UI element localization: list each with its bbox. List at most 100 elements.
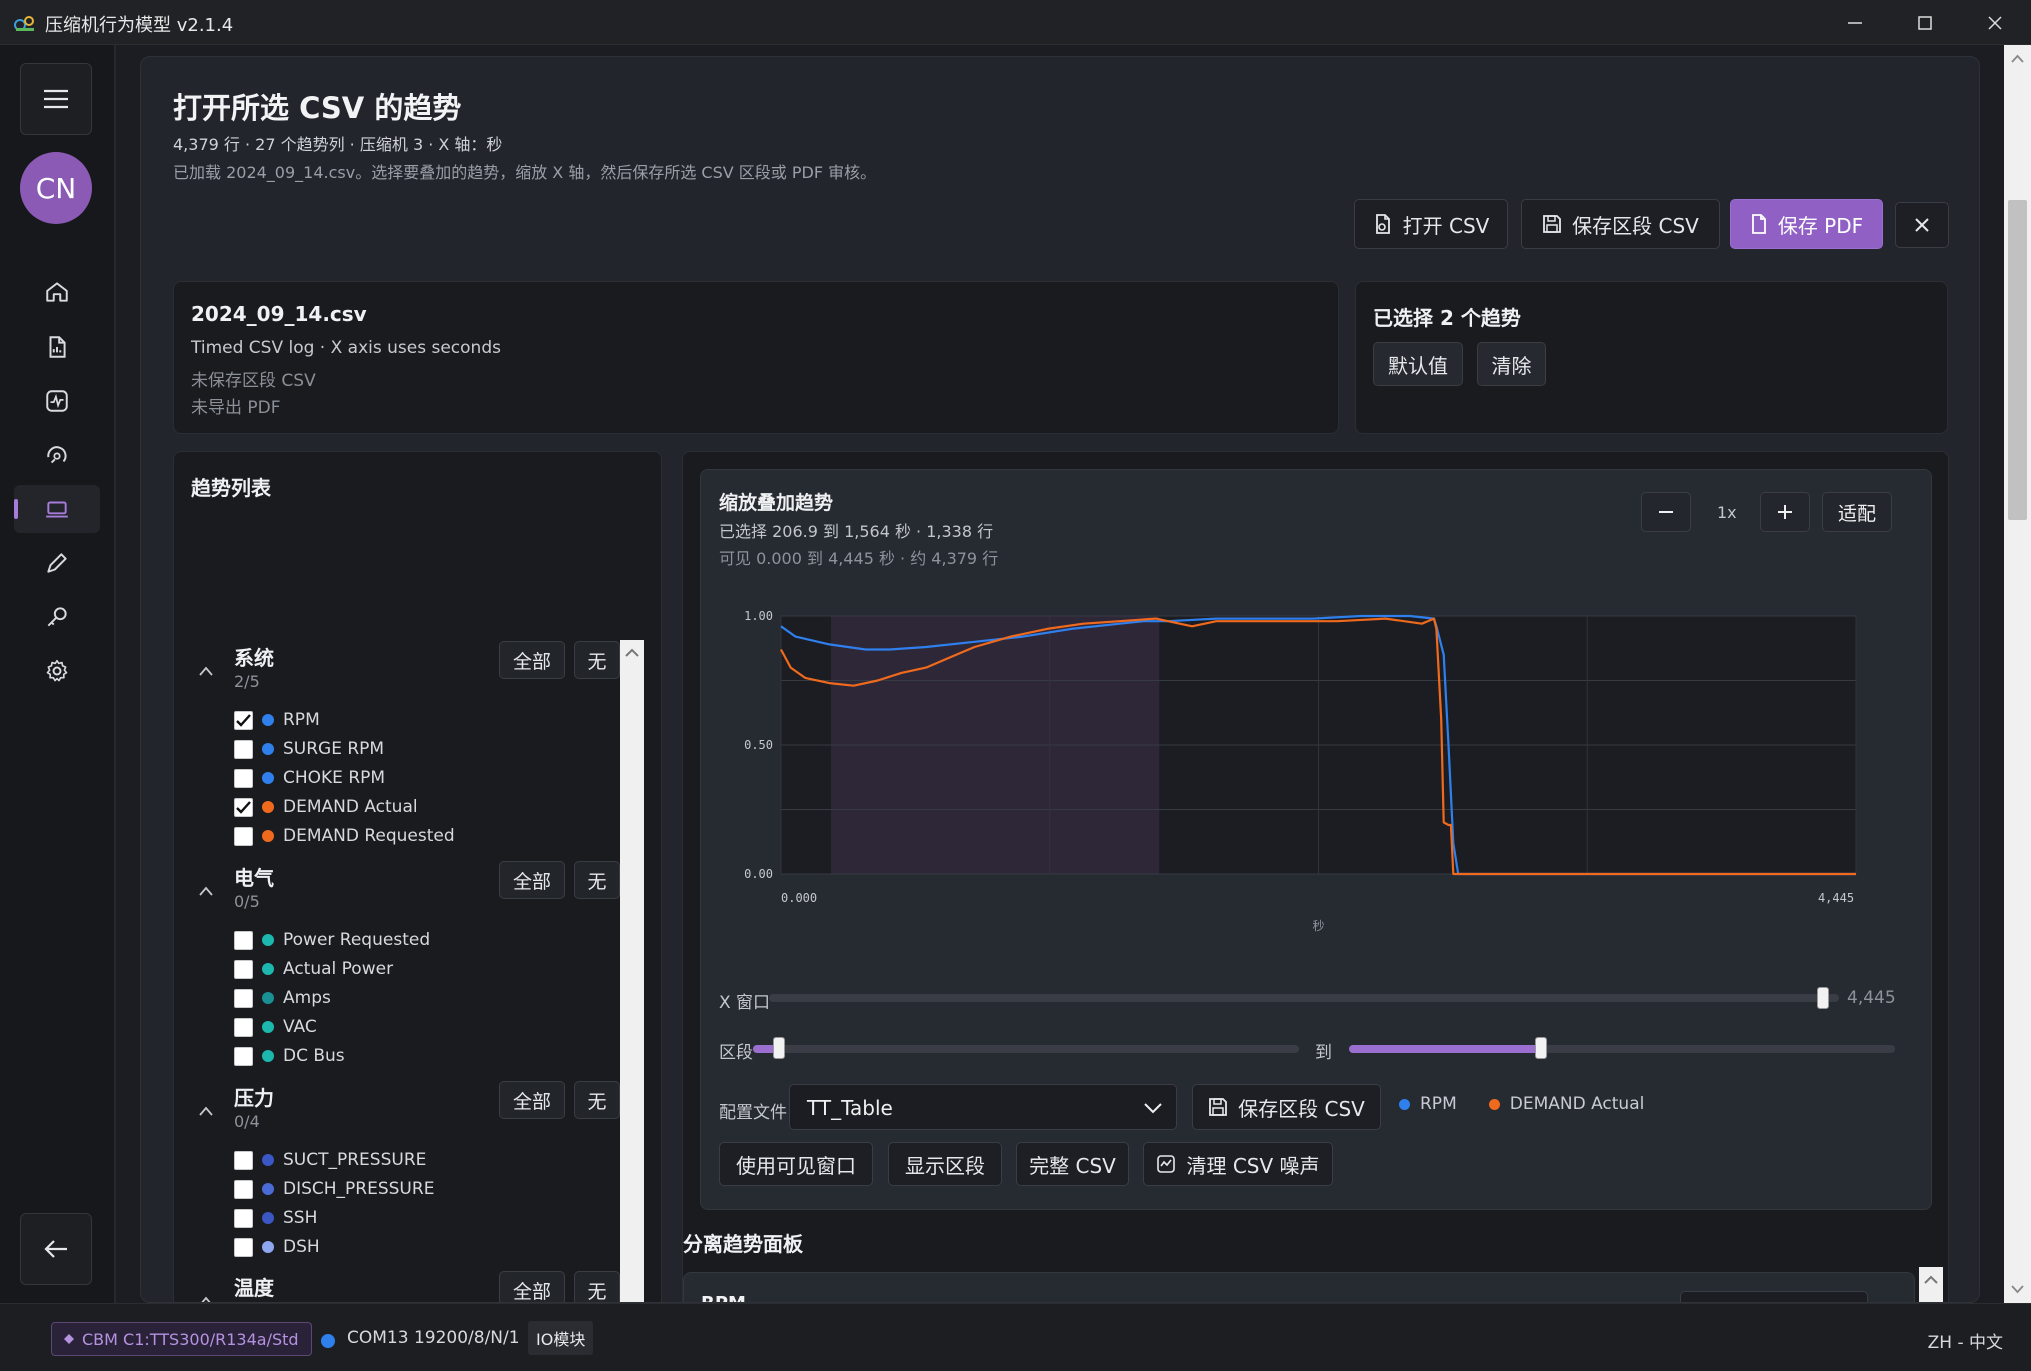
zoom-out-button[interactable] <box>1641 492 1691 532</box>
trend-item-label: VAC <box>283 1017 317 1037</box>
nav-monitor[interactable] <box>14 377 100 425</box>
trend-item[interactable]: CHOKE RPM <box>234 766 385 790</box>
select-all-button[interactable]: 全部 <box>499 641 565 679</box>
nav-trends[interactable] <box>14 485 100 533</box>
checkbox[interactable] <box>234 988 253 1008</box>
select-none-button[interactable]: 无 <box>574 1081 620 1119</box>
trend-item[interactable]: SUCT_PRESSURE <box>234 1148 426 1172</box>
checkmark-icon <box>236 800 251 814</box>
language-selector[interactable]: ZH - 中文 <box>1928 1328 2003 1353</box>
page-title: 打开所选 CSV 的趋势 <box>173 91 462 125</box>
separate-trend-control[interactable] <box>1680 1291 1868 1302</box>
window-title-bar: 压缩机行为模型 v2.1.4 <box>0 0 2031 45</box>
trend-item[interactable]: SURGE RPM <box>234 737 384 761</box>
checkbox[interactable] <box>234 739 253 759</box>
trend-item[interactable]: RPM <box>234 708 320 732</box>
x-window-slider-thumb[interactable] <box>1816 987 1829 1009</box>
maximize-button[interactable] <box>1890 0 1960 45</box>
segment-end-thumb[interactable] <box>1535 1037 1548 1059</box>
default-button[interactable]: 默认值 <box>1373 342 1463 386</box>
nav-edit[interactable] <box>14 539 100 587</box>
trend-color-dot <box>262 1241 274 1253</box>
device-chip[interactable]: CBM C1:TTS300/R134a/Std <box>51 1322 312 1356</box>
checkbox[interactable] <box>234 1046 253 1066</box>
segment-start-slider[interactable] <box>753 1045 1299 1053</box>
clear-button[interactable]: 清除 <box>1477 342 1546 386</box>
collapse-chevron-icon[interactable] <box>199 1296 213 1303</box>
trend-color-dot <box>262 963 274 975</box>
checkbox[interactable] <box>234 959 253 979</box>
trend-group-count: 2/5 <box>234 672 260 691</box>
trend-group-title: 压力 <box>234 1086 274 1110</box>
checkbox[interactable] <box>234 826 253 846</box>
trend-color-dot <box>262 1154 274 1166</box>
zoom-in-button[interactable] <box>1760 492 1810 532</box>
trend-item[interactable]: DISCH_PRESSURE <box>234 1177 434 1201</box>
trend-item-label: SUCT_PRESSURE <box>283 1150 427 1170</box>
trend-item[interactable]: DEMAND Actual <box>234 795 418 819</box>
collapse-chevron-icon[interactable] <box>199 886 213 896</box>
clean-csv-noise-button[interactable]: 清理 CSV 噪声 <box>1143 1142 1333 1186</box>
trend-item[interactable]: VAC <box>234 1015 317 1039</box>
trend-item[interactable]: Power Requested <box>234 928 430 952</box>
select-none-button[interactable]: 无 <box>574 641 620 679</box>
menu-button[interactable] <box>20 63 92 135</box>
profile-select[interactable]: TT_Table <box>789 1084 1177 1130</box>
minimize-button[interactable] <box>1820 0 1890 45</box>
full-csv-button[interactable]: 完整 CSV <box>1016 1142 1129 1186</box>
trend-item[interactable]: Actual Power <box>234 957 393 981</box>
checkbox[interactable] <box>234 1208 253 1228</box>
nav-reports[interactable] <box>14 323 100 371</box>
chart-panel-scrollbar[interactable] <box>1919 1267 1943 1302</box>
checkbox[interactable] <box>234 768 253 788</box>
checkbox[interactable] <box>234 1150 253 1170</box>
checkbox-checked[interactable] <box>234 797 253 817</box>
select-none-button[interactable]: 无 <box>574 1271 620 1302</box>
page-scrollbar[interactable] <box>2004 45 2031 1303</box>
select-all-button[interactable]: 全部 <box>499 1081 565 1119</box>
checkbox[interactable] <box>234 1237 253 1257</box>
nav-home[interactable] <box>14 268 100 316</box>
trend-item[interactable]: Amps <box>234 986 331 1010</box>
checkbox[interactable] <box>234 1017 253 1037</box>
trend-color-dot <box>262 714 274 726</box>
close-page-button[interactable] <box>1895 202 1949 248</box>
back-button[interactable] <box>20 1213 92 1285</box>
minimize-icon <box>1848 21 1862 24</box>
trend-item[interactable]: DSH <box>234 1235 320 1259</box>
close-window-button[interactable] <box>1960 0 2030 45</box>
collapse-chevron-icon[interactable] <box>199 1106 213 1116</box>
nav-keys[interactable] <box>14 593 100 641</box>
use-visible-window-button[interactable]: 使用可见窗口 <box>719 1142 873 1186</box>
x-window-value: 4,445 <box>1847 988 1896 1008</box>
collapse-chevron-icon[interactable] <box>199 666 213 676</box>
open-csv-button[interactable]: 打开 CSV <box>1354 199 1508 249</box>
segment-start-thumb[interactable] <box>772 1037 785 1059</box>
trend-list-scrollbar[interactable] <box>620 640 644 1302</box>
select-all-button[interactable]: 全部 <box>499 861 565 899</box>
trend-group-title: 系统 <box>234 646 274 670</box>
checkbox-checked[interactable] <box>234 710 253 730</box>
x-window-slider[interactable] <box>769 994 1839 1002</box>
pulse-monitor-icon <box>46 390 68 412</box>
trend-item-label: Amps <box>283 988 331 1008</box>
save-segment-csv-button[interactable]: 保存区段 CSV <box>1521 199 1720 249</box>
trend-item-label: SURGE RPM <box>283 739 385 759</box>
profile-save-segment-csv-button[interactable]: 保存区段 CSV <box>1192 1084 1381 1130</box>
checkbox[interactable] <box>234 930 253 950</box>
show-segment-button[interactable]: 显示区段 <box>888 1142 1002 1186</box>
trend-item[interactable]: DEMAND Requested <box>234 824 455 848</box>
select-none-button[interactable]: 无 <box>574 861 620 899</box>
nav-diagnostics[interactable] <box>14 431 100 479</box>
user-avatar[interactable]: CN <box>20 152 92 224</box>
checkbox[interactable] <box>234 1179 253 1199</box>
save-pdf-button[interactable]: 保存 PDF <box>1730 199 1883 249</box>
overlay-trend-chart[interactable]: 0.00 0.50 1.00 0.000 4,445 秒 <box>719 594 1879 934</box>
trend-item[interactable]: SSH <box>234 1206 317 1230</box>
fit-button[interactable]: 适配 <box>1822 492 1892 532</box>
maximize-icon <box>1918 15 1932 30</box>
page-scrollbar-thumb[interactable] <box>2008 200 2027 520</box>
trend-item[interactable]: DC Bus <box>234 1044 345 1068</box>
nav-settings[interactable] <box>14 647 100 695</box>
select-all-button[interactable]: 全部 <box>499 1271 565 1302</box>
